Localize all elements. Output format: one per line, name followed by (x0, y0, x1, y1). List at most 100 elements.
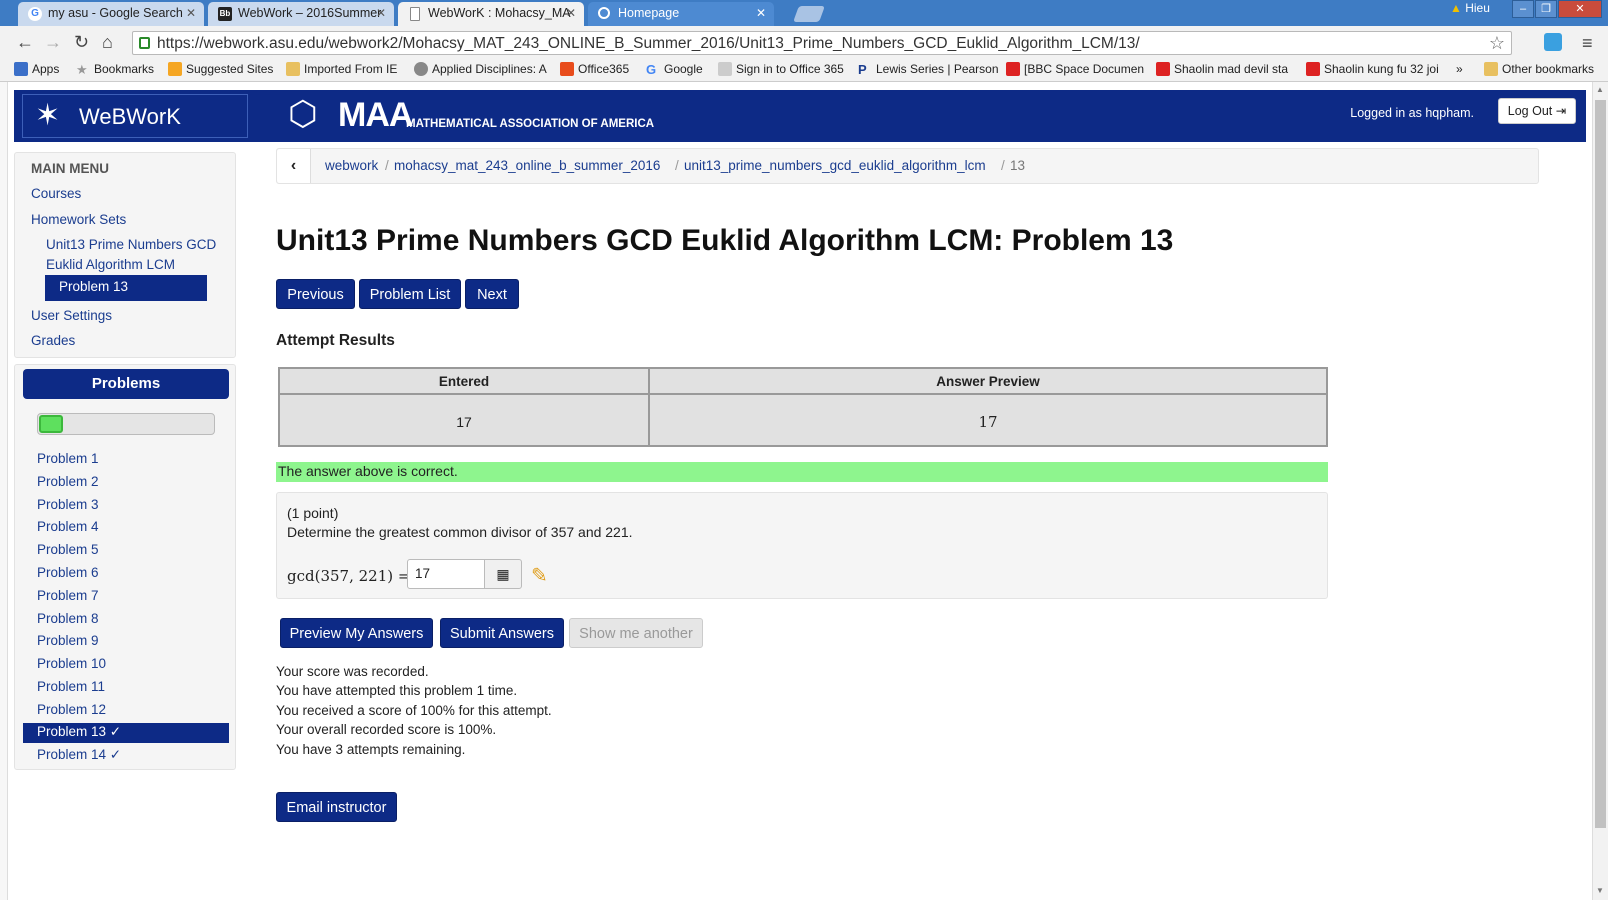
document-icon (410, 7, 420, 21)
menu-homework-sets[interactable]: Homework Sets (31, 212, 126, 227)
new-tab-button[interactable] (793, 6, 825, 22)
problem-list-item[interactable]: Problem 14 ✓ (37, 747, 121, 763)
answer-input[interactable]: 17 (407, 559, 485, 589)
problem-list-item[interactable]: Problem 7 (37, 588, 99, 603)
menu-icon[interactable]: ≡ (1582, 33, 1593, 54)
problem-list-item[interactable]: Problem 11 (37, 679, 105, 694)
maa-icosahedron-icon: ⬡ (288, 95, 318, 133)
problem-list-item[interactable]: Problem 6 (37, 565, 99, 580)
tab-title: Homepage (618, 6, 680, 20)
menu-courses[interactable]: Courses (31, 186, 81, 201)
bookmark-apps[interactable]: Apps (14, 62, 59, 76)
webwork-brand[interactable]: ✶ WeBWorK (22, 94, 248, 138)
browser-tab-active[interactable]: WebWorK : Mohacsy_MA ✕ (398, 2, 584, 26)
problem-list-item[interactable]: Problem 4 (37, 519, 99, 534)
problem-list-item[interactable]: Problem 1 (37, 451, 99, 466)
bookmark-item[interactable]: Imported From IE (286, 62, 397, 76)
email-instructor-button[interactable]: Email instructor (276, 792, 397, 822)
bookmarks-overflow[interactable]: » (1456, 62, 1463, 76)
problem-list-item[interactable]: Problem 8 (37, 611, 99, 626)
browser-tab[interactable]: Homepage ✕ (588, 2, 774, 26)
problem-list-button[interactable]: Problem List (359, 279, 461, 309)
pearson-icon: P (858, 62, 867, 77)
minimize-icon[interactable]: – (1512, 0, 1534, 18)
preview-answers-button[interactable]: Preview My Answers (280, 618, 433, 648)
problem-list-item[interactable]: Problem 10 (37, 656, 106, 671)
tab-title: WebWorK : Mohacsy_MA (428, 6, 571, 20)
address-bar[interactable]: https://webwork.asu.edu/webwork2/Mohacsy… (132, 31, 1512, 55)
bookmark-item[interactable]: G Google (646, 62, 703, 77)
browser-user-chip[interactable]: ▲ Hieu (1450, 1, 1490, 15)
bookmark-label: Lewis Series | Pearson (876, 62, 999, 76)
score-message: You have attempted this problem 1 time. (276, 683, 518, 698)
close-icon[interactable]: ✕ (756, 6, 766, 20)
reload-icon[interactable]: ↻ (74, 32, 89, 52)
breadcrumb-separator: / (675, 158, 679, 173)
correct-status-banner: The answer above is correct. (276, 462, 1328, 482)
youtube-icon (1306, 62, 1320, 76)
breadcrumb-link[interactable]: unit13_prime_numbers_gcd_euklid_algorith… (684, 158, 986, 173)
forward-arrow-icon[interactable]: → (44, 32, 62, 52)
back-arrow-icon[interactable]: ← (16, 32, 34, 52)
problem-list-item[interactable]: Problem 12 (37, 702, 106, 717)
score-message: You received a score of 100% for this at… (276, 703, 552, 718)
bookmark-item[interactable]: Suggested Sites (168, 62, 273, 76)
breadcrumb: ‹ webwork / mohacsy_mat_243_online_b_sum… (276, 148, 1539, 184)
show-me-another-button[interactable]: Show me another (569, 618, 703, 648)
breadcrumb-link[interactable]: mohacsy_mat_243_online_b_summer_2016 (394, 158, 660, 173)
pencil-icon[interactable]: ✎ (531, 563, 548, 588)
scroll-thumb[interactable] (1595, 100, 1606, 828)
menu-grades[interactable]: Grades (31, 333, 75, 348)
bookmark-label: Suggested Sites (186, 62, 274, 76)
bookmark-label: Applied Disciplines: A (432, 62, 547, 76)
score-message: Your score was recorded. (276, 664, 429, 679)
previous-button[interactable]: Previous (276, 279, 355, 309)
close-icon[interactable]: ✕ (566, 6, 576, 20)
submit-answers-button[interactable]: Submit Answers (440, 618, 564, 648)
maximize-icon[interactable]: ❐ (1535, 0, 1557, 18)
star-icon[interactable]: ☆ (1489, 33, 1505, 54)
window-close-icon[interactable]: ✕ (1558, 0, 1602, 18)
scroll-up-icon[interactable]: ▲ (1596, 85, 1604, 94)
menu-current-set-cont[interactable]: Euklid Algorithm LCM (46, 257, 175, 272)
browser-tab[interactable]: G my asu - Google Search ✕ (18, 2, 204, 26)
breadcrumb-link[interactable]: webwork (325, 158, 378, 173)
browser-tab[interactable]: Bb WebWork – 2016Summer ✕ (208, 2, 394, 26)
problems-heading[interactable]: Problems (23, 369, 229, 399)
lock-icon (139, 37, 150, 49)
menu-current-problem[interactable]: Problem 13 (45, 275, 207, 301)
bookmark-item[interactable]: P Lewis Series | Pearson (858, 62, 999, 77)
bookmark-item[interactable]: Shaolin mad devil sta (1156, 62, 1288, 76)
problem-list-item-active[interactable]: Problem 13 ✓ (23, 722, 229, 743)
problem-list-item[interactable]: Problem 2 (37, 474, 99, 489)
problem-list-item[interactable]: Problem 9 (37, 633, 99, 648)
back-chevron-icon[interactable]: ‹ (277, 149, 311, 183)
bookmark-item[interactable]: [BBC Space Documen (1006, 62, 1144, 76)
cell-entered: 17 (456, 414, 472, 430)
close-icon[interactable]: ✕ (186, 6, 196, 20)
bookmark-item[interactable]: Sign in to Office 365 (718, 62, 844, 76)
menu-user-settings[interactable]: User Settings (31, 308, 112, 323)
next-button[interactable]: Next (465, 279, 519, 309)
equation-editor-grid-icon[interactable]: ▦ (484, 559, 522, 589)
bookmark-other[interactable]: Other bookmarks (1484, 62, 1594, 76)
bookmark-item[interactable]: Applied Disciplines: A (414, 62, 547, 76)
bookmark-item[interactable]: Office365 (560, 62, 629, 76)
page-scrollbar[interactable]: ▲ ▼ (1592, 82, 1608, 900)
close-icon[interactable]: ✕ (376, 6, 386, 20)
logged-in-text: Logged in as hqpham. (1350, 106, 1474, 120)
bookmark-item[interactable]: Shaolin kung fu 32 joi (1306, 62, 1439, 76)
menu-current-set[interactable]: Unit13 Prime Numbers GCD (46, 237, 216, 252)
scroll-down-icon[interactable]: ▼ (1596, 886, 1604, 895)
logout-button[interactable]: Log Out ⇥ (1498, 98, 1576, 124)
bookmark-item[interactable]: ★ Bookmarks (76, 62, 154, 77)
menu-current-problem-label: Problem 13 (59, 279, 129, 294)
home-icon[interactable]: ⌂ (102, 32, 113, 52)
office-icon (560, 62, 574, 76)
col-header-preview: Answer Preview (650, 369, 1326, 395)
folder-icon (1484, 62, 1498, 76)
problem-list-item[interactable]: Problem 3 (37, 497, 99, 512)
extension-icon[interactable] (1544, 33, 1562, 51)
problem-question: Determine the greatest common divisor of… (287, 524, 633, 540)
problem-list-item[interactable]: Problem 5 (37, 542, 99, 557)
